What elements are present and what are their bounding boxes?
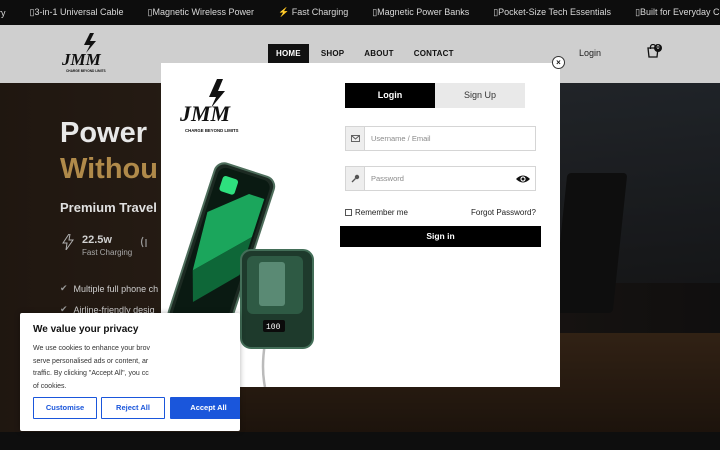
close-icon[interactable]: ×	[552, 56, 565, 69]
password-field	[345, 166, 536, 191]
envelope-icon	[346, 127, 365, 150]
main-nav: HOME SHOP ABOUT CONTACT	[268, 44, 466, 63]
accept-all-button[interactable]: Accept All	[170, 397, 240, 419]
hero-feature-text: Multiple full phone ch	[73, 283, 159, 294]
hero-stat-value: 22.5w	[82, 234, 112, 246]
nav-contact[interactable]: CONTACT	[406, 44, 462, 63]
cookie-body-line: serve personalised ads or content, ar	[33, 357, 149, 365]
username-input[interactable]	[365, 134, 535, 143]
cookie-body-line: We use cookies to enhance your brov	[33, 345, 150, 352]
remember-me: Remember me	[345, 208, 408, 217]
ticker-item: ⚡ Fast Charging	[277, 7, 349, 17]
nav-home[interactable]: HOME	[268, 44, 309, 63]
svg-text:100: 100	[266, 323, 281, 332]
ticker-item: ▯Pocket-Size Tech Essentials	[493, 7, 612, 17]
sign-in-button[interactable]: Sign in	[340, 226, 541, 247]
svg-text:CHARGE BEYOND LIMITS: CHARGE BEYOND LIMITS	[66, 69, 106, 73]
cookie-body: We use cookies to enhance your brov serv…	[33, 343, 233, 393]
cookie-title: We value your privacy	[33, 324, 139, 335]
ticker-item: ▯Built for Everyday C	[635, 7, 720, 17]
hero-stat-label: Fast Charging	[82, 248, 133, 257]
customise-button[interactable]: Customise	[33, 397, 97, 419]
lightning-icon	[62, 234, 74, 250]
announcement-ticker: ry ▯3-in-1 Universal Cable ▯Magnetic Wir…	[0, 0, 720, 25]
site-logo[interactable]: JMM CHARGE BEYOND LIMITS	[60, 31, 120, 75]
hero-title-line2: Withou	[60, 153, 158, 185]
hero-stat-charging: 22.5w Fast Charging	[62, 234, 132, 257]
cookie-consent-banner: We value your privacy We use cookies to …	[20, 313, 240, 431]
hero-title-line1: Power	[60, 117, 148, 149]
ticker-item: ▯3-in-1 Universal Cable	[29, 7, 124, 17]
auth-tabs: Login Sign Up	[345, 83, 525, 108]
ticker-item: ▯Magnetic Wireless Power	[147, 7, 254, 17]
svg-text:CHARGE BEYOND LIMITS: CHARGE BEYOND LIMITS	[185, 128, 239, 133]
remember-me-label: Remember me	[355, 208, 408, 217]
ticker-item: ry	[0, 7, 6, 18]
hero-title: Power Withou	[60, 115, 158, 187]
wireless-icon	[140, 236, 147, 248]
forgot-password-link[interactable]: Forgot Password?	[471, 208, 536, 217]
nav-about[interactable]: ABOUT	[356, 44, 401, 63]
cart-count-badge: 0	[654, 44, 662, 52]
tab-signup[interactable]: Sign Up	[435, 83, 525, 108]
check-icon: ✔	[60, 283, 68, 293]
show-password-eye-icon[interactable]	[515, 173, 531, 185]
modal-logo: JMM CHARGE BEYOND LIMITS	[179, 79, 239, 133]
bottom-strip	[0, 432, 720, 450]
ticker-item: ▯Magnetic Power Banks	[372, 7, 470, 17]
tab-login[interactable]: Login	[345, 83, 435, 108]
remember-me-checkbox[interactable]	[345, 209, 352, 216]
svg-text:JMM: JMM	[61, 50, 102, 69]
hero-subtitle: Premium Travel	[60, 200, 157, 215]
password-input[interactable]	[365, 174, 515, 183]
cookie-body-line: of cookies.	[33, 382, 67, 390]
cookie-body-line: traffic. By clicking "Accept All", you c…	[33, 370, 149, 377]
reject-all-button[interactable]: Reject All	[101, 397, 165, 419]
nav-shop[interactable]: SHOP	[313, 44, 352, 63]
username-field	[345, 126, 536, 151]
svg-text:JMM: JMM	[179, 101, 232, 126]
header-login-link[interactable]: Login	[579, 48, 601, 58]
key-icon	[346, 167, 365, 190]
list-item: ✔ Multiple full phone ch	[60, 283, 158, 294]
